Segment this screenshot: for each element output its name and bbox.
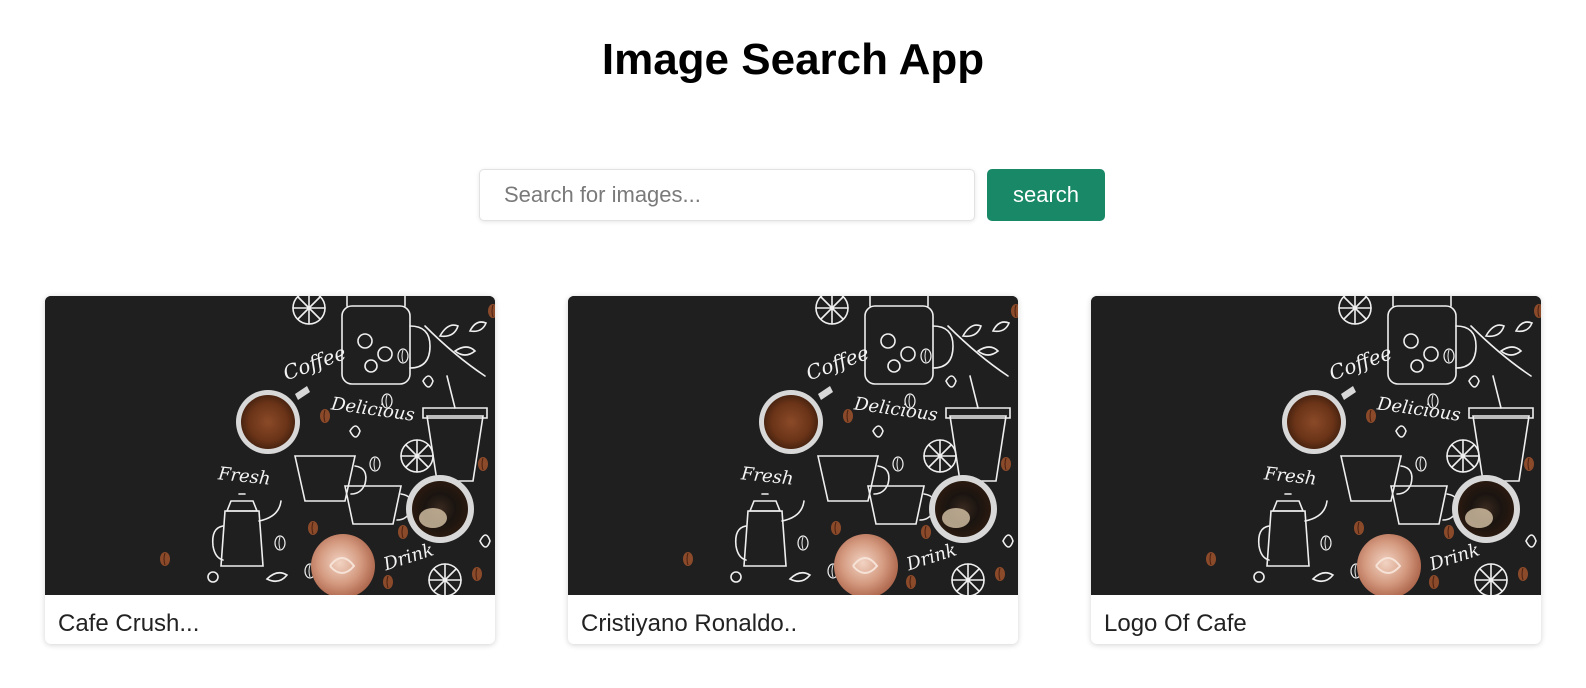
search-input[interactable] — [479, 169, 975, 221]
search-button[interactable]: search — [987, 169, 1105, 221]
result-image — [45, 296, 495, 595]
result-image — [568, 296, 1018, 595]
image-card[interactable]: Cafe Crush... — [45, 296, 495, 644]
results-grid: Cafe Crush... Cristiyano Ronaldo.. Logo … — [45, 296, 1541, 644]
page-title: Image Search App — [601, 35, 985, 84]
search-form: search — [479, 169, 1105, 221]
result-image — [1091, 296, 1541, 595]
image-caption: Logo Of Cafe — [1104, 610, 1247, 637]
image-caption: Cafe Crush... — [58, 610, 200, 637]
image-caption: Cristiyano Ronaldo.. — [581, 610, 798, 637]
image-card[interactable]: Cristiyano Ronaldo.. — [568, 296, 1018, 644]
image-card[interactable]: Logo Of Cafe — [1091, 296, 1541, 644]
